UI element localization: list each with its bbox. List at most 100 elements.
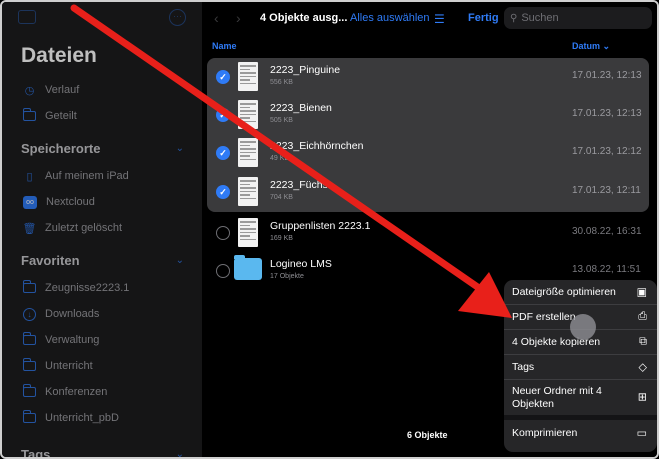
sidebar-title: Dateien: [21, 44, 97, 67]
chevron-down-icon[interactable]: ⌄: [176, 143, 184, 154]
section-tags[interactable]: Tags ⌄: [2, 439, 202, 459]
file-size: 704 KB: [270, 194, 293, 201]
sidebar-item-nextcloud[interactable]: oo Nextcloud: [2, 189, 202, 215]
archive-box-icon: ▭: [636, 427, 647, 439]
ipad-icon: ▯: [26, 170, 33, 183]
tag-icon: ◇: [638, 361, 647, 374]
sidebar-item-label: Auf meinem iPad: [45, 170, 129, 182]
document-thumbnail-icon: [238, 100, 258, 129]
section-favoriten[interactable]: Favoriten ⌄: [2, 245, 202, 275]
file-size: 169 KB: [270, 235, 293, 242]
checkbox-empty-icon[interactable]: [216, 264, 230, 278]
file-name: Gruppenlisten 2223.1: [270, 220, 371, 232]
sidebar-item-zeugnisse[interactable]: Zeugnisse2223.1: [2, 275, 202, 301]
sidebar-item-unterricht-pbd[interactable]: Unterricht_pbD: [2, 405, 202, 431]
file-size: 17 Objekte: [270, 273, 304, 280]
document-thumbnail-icon: [238, 138, 258, 167]
sidebar-item-downloads[interactable]: ↓ Downloads: [2, 301, 202, 327]
checkmark-selected-icon[interactable]: ✓: [216, 185, 230, 199]
copy-icon: ⧉: [639, 335, 647, 348]
folder-icon: [23, 280, 36, 295]
trash-icon: 🗑︎: [22, 222, 37, 235]
sidebar-item-unterricht[interactable]: Unterricht: [2, 353, 202, 379]
section-label: Tags: [21, 446, 51, 459]
checkmark-selected-icon[interactable]: ✓: [216, 146, 230, 160]
menu-item-new-folder[interactable]: Neuer Ordner mit 4 Objekten ⊞: [504, 380, 657, 420]
selection-title: 4 Objekte ausg...: [260, 12, 348, 24]
file-size: 556 KB: [270, 79, 293, 86]
sidebar-item-label: Unterricht_pbD: [45, 412, 119, 424]
menu-item-optimize-size[interactable]: Dateigröße optimieren ▣: [504, 280, 657, 305]
menu-item-compress[interactable]: Komprimieren ▭: [504, 420, 657, 445]
document-thumbnail-icon: [238, 218, 258, 247]
file-date: 17.01.23, 12:13: [572, 108, 642, 119]
sidebar-item-label: Downloads: [45, 308, 100, 320]
forward-chevron-icon[interactable]: ›: [236, 10, 241, 26]
search-placeholder: Suchen: [521, 12, 559, 24]
section-speicherorte[interactable]: Speicherorte ⌄: [2, 133, 202, 163]
file-row[interactable]: ✓ 2223_Pinguine 556 KB 17.01.23, 12:13: [202, 58, 657, 96]
search-icon: ⚲: [510, 12, 518, 24]
menu-item-tags[interactable]: Tags ◇: [504, 355, 657, 380]
item-count: 6 Objekte: [407, 430, 448, 440]
chevron-down-icon[interactable]: ⌄: [176, 449, 184, 458]
sidebar-item-verwaltung[interactable]: Verwaltung: [2, 327, 202, 353]
checkmark-selected-icon[interactable]: ✓: [216, 70, 230, 84]
file-date: 30.08.22, 16:31: [572, 226, 642, 237]
context-menu: Dateigröße optimieren ▣ PDF erstellen ⎙ …: [504, 280, 657, 452]
sidebar-item-verlauf[interactable]: ◷ Verlauf: [2, 77, 202, 103]
more-options-icon[interactable]: ···: [169, 9, 186, 26]
folder-icon: [23, 384, 36, 399]
back-chevron-icon[interactable]: ‹: [214, 10, 219, 26]
clock-icon: ◷: [24, 84, 35, 97]
sidebar-toggle-icon[interactable]: [18, 10, 36, 24]
list-view-icon[interactable]: ☰: [434, 12, 445, 26]
file-row[interactable]: ✓ 2223_Bienen 505 KB 17.01.23, 12:13: [202, 96, 657, 134]
touch-indicator: [570, 314, 596, 340]
sidebar-item-ipad[interactable]: ▯ Auf meinem iPad: [2, 163, 202, 189]
sidebar-item-label: Konferenzen: [45, 386, 108, 398]
file-row[interactable]: ✓ 2223_Eichhörnchen 49 KB 17.01.23, 12:12: [202, 134, 657, 172]
search-input[interactable]: ⚲ Suchen: [504, 7, 652, 29]
file-size: 505 KB: [270, 117, 293, 124]
sidebar-item-konferenzen[interactable]: Konferenzen: [2, 379, 202, 405]
app-window: ··· Dateien ◷ Verlauf Geteilt Speicheror…: [0, 0, 659, 459]
sidebar: ··· Dateien ◷ Verlauf Geteilt Speicheror…: [2, 2, 202, 459]
sidebar-item-label: Zeugnisse2223.1: [45, 282, 130, 294]
document-thumbnail-icon: [238, 62, 258, 91]
sidebar-item-label: Verwaltung: [45, 334, 100, 346]
file-date: 17.01.23, 12:12: [572, 146, 642, 157]
section-label: Speicherorte: [21, 140, 101, 156]
column-name[interactable]: Name: [212, 41, 237, 51]
folder-icon: [23, 332, 36, 347]
download-icon: ↓: [23, 307, 36, 321]
done-button[interactable]: Fertig: [468, 12, 499, 24]
file-date: 17.01.23, 12:13: [572, 70, 642, 81]
file-date: 13.08.22, 11:51: [572, 264, 641, 275]
sidebar-header: ···: [2, 2, 202, 36]
sidebar-item-label: Zuletzt gelöscht: [45, 222, 123, 234]
sidebar-item-label: Unterricht: [45, 360, 93, 372]
folder-icon: [23, 358, 36, 373]
file-name: 2223_Eichhörnchen: [270, 140, 364, 152]
sidebar-item-zuletzt-geloescht[interactable]: 🗑︎ Zuletzt gelöscht: [2, 215, 202, 241]
column-date[interactable]: Datum ⌄: [572, 41, 610, 52]
file-row[interactable]: ✓ 2223_Füchse 704 KB 17.01.23, 12:11: [202, 173, 657, 211]
file-name: Logineo LMS: [270, 258, 332, 270]
shared-folder-icon: [23, 108, 36, 123]
file-row[interactable]: Gruppenlisten 2223.1 169 KB 30.08.22, 16:3…: [202, 214, 657, 252]
folder-icon: [23, 410, 36, 425]
pdf-doc-icon: ⎙: [638, 310, 647, 323]
compress-doc-icon: ▣: [636, 286, 647, 299]
nextcloud-icon: oo: [23, 195, 37, 209]
chevron-down-icon[interactable]: ⌄: [176, 255, 184, 266]
file-name: 2223_Bienen: [270, 102, 332, 114]
checkmark-selected-icon[interactable]: ✓: [216, 108, 230, 122]
document-thumbnail-icon: [238, 177, 258, 206]
sidebar-item-geteilt[interactable]: Geteilt: [2, 103, 202, 129]
checkbox-empty-icon[interactable]: [216, 226, 230, 240]
file-date: 17.01.23, 12:11: [572, 185, 641, 196]
sidebar-item-label: Geteilt: [45, 110, 77, 122]
select-all-button[interactable]: Alles auswählen: [350, 12, 430, 24]
new-folder-icon: ⊞: [637, 391, 647, 403]
